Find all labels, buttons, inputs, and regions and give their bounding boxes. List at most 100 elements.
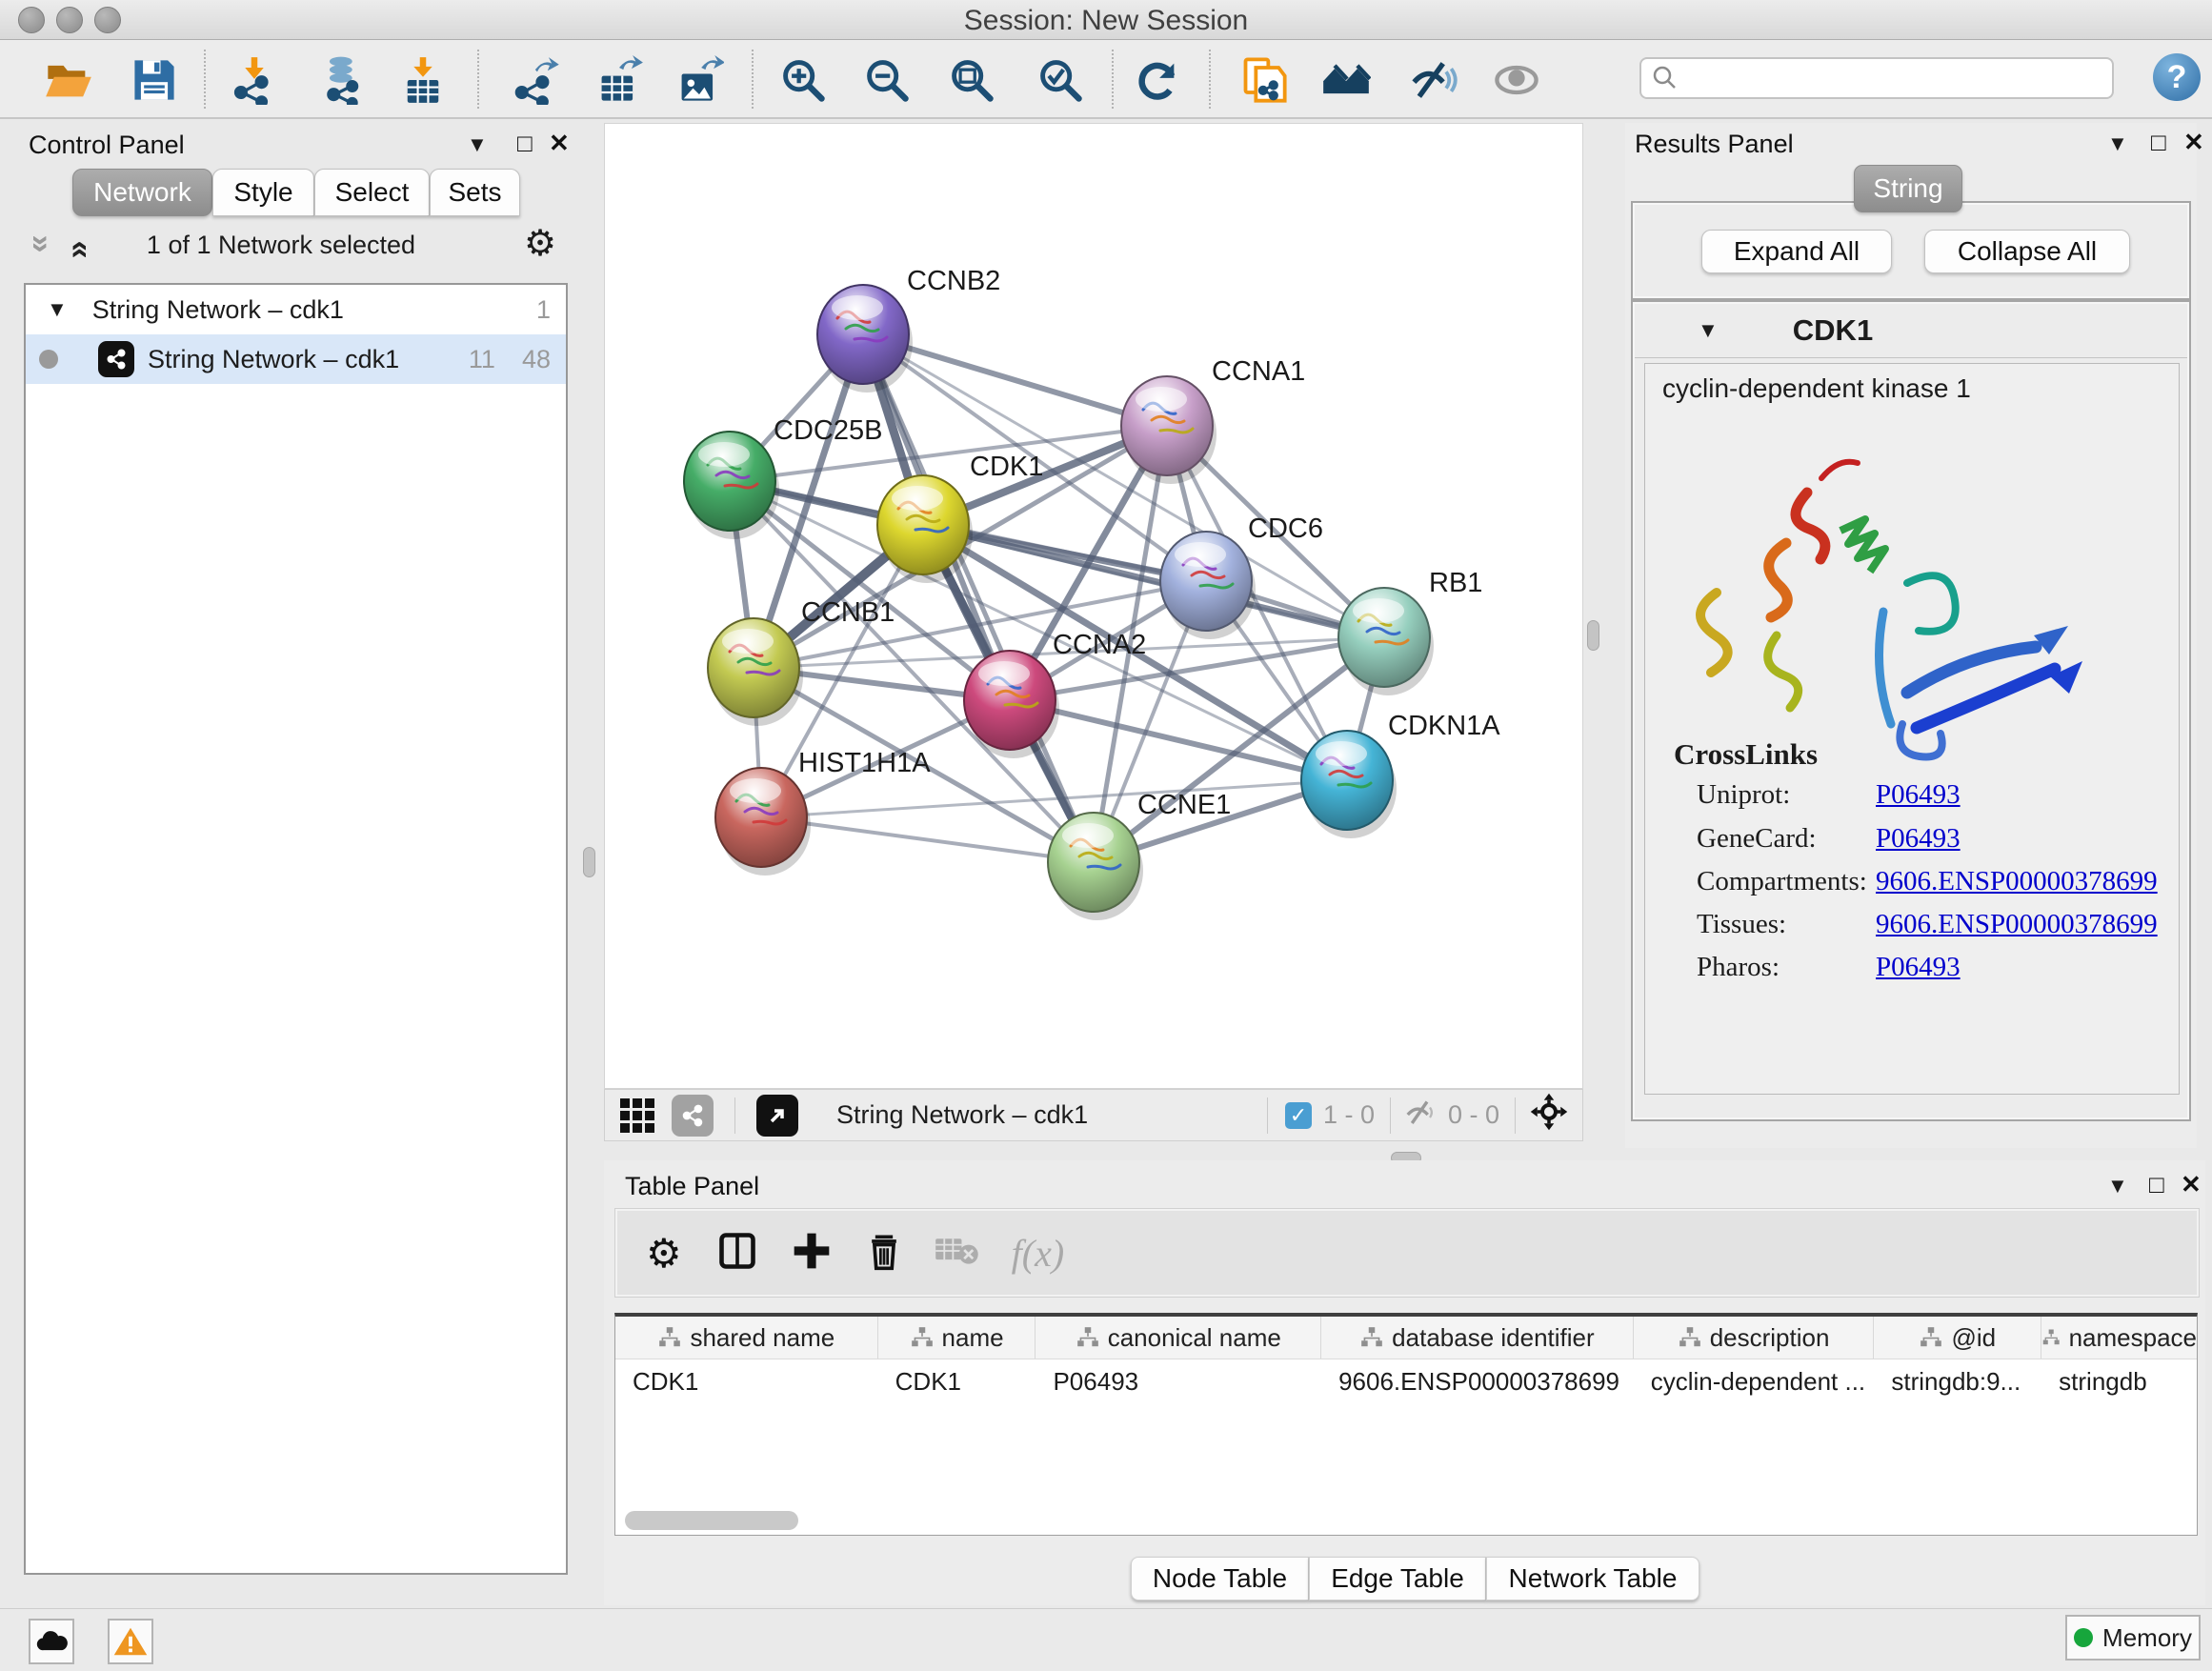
memory-button[interactable]: Memory xyxy=(2065,1615,2201,1661)
search-input[interactable] xyxy=(1679,63,2083,94)
zoom-out-icon[interactable] xyxy=(860,53,914,107)
column-header[interactable]: canonical name xyxy=(1036,1317,1321,1359)
gene-detail-card: cyclin-dependent kinase 1 Cro xyxy=(1644,363,2180,1095)
cloud-icon xyxy=(35,1630,68,1653)
network-node-CCNA1[interactable]: CCNA1 xyxy=(1121,356,1305,484)
tab-edge-table[interactable]: Edge Table xyxy=(1309,1557,1486,1601)
horizontal-scrollbar[interactable] xyxy=(625,1511,798,1530)
show-all-icon[interactable] xyxy=(1490,53,1543,107)
node-label-CDKN1A: CDKN1A xyxy=(1388,711,1500,741)
cloud-button[interactable] xyxy=(29,1619,74,1664)
table-settings-gear-icon[interactable]: ⚙ xyxy=(646,1230,682,1277)
network-row-selected[interactable]: String Network – cdk1 11 48 xyxy=(26,334,566,384)
tab-select[interactable]: Select xyxy=(314,169,430,216)
node-label-RB1: RB1 xyxy=(1429,568,1482,598)
network-node-CDC6[interactable]: CDC6 xyxy=(1160,513,1323,639)
delete-column-icon[interactable] xyxy=(863,1230,905,1277)
export-image-icon[interactable] xyxy=(673,53,726,107)
panel-float-icon[interactable]: □ xyxy=(2149,1172,2164,1197)
crosslink-genecard-link[interactable]: P06493 xyxy=(1876,823,1961,855)
network-label: String Network – cdk1 xyxy=(148,345,399,374)
results-list-box: ▼ CDK1 cyclin-dependent kinase 1 xyxy=(1631,300,2191,1121)
crosslink-compartments-link[interactable]: 9606.ENSP00000378699 xyxy=(1876,866,2158,897)
node-label-CCNE1: CCNE1 xyxy=(1137,790,1231,820)
warning-button[interactable] xyxy=(108,1619,153,1664)
collection-expand-icon[interactable]: ▼ xyxy=(47,297,68,322)
show-columns-icon[interactable] xyxy=(716,1230,758,1277)
grid-view-icon[interactable] xyxy=(620,1098,654,1133)
gene-header-row[interactable]: ▼ CDK1 xyxy=(1635,304,2187,358)
panel-menu-icon[interactable]: ▼ xyxy=(2107,1174,2128,1198)
hidden-eye-icon[interactable] xyxy=(1404,1097,1438,1133)
panel-menu-icon[interactable]: ▼ xyxy=(467,132,488,157)
fit-selected-icon[interactable] xyxy=(756,1095,798,1137)
right-splitter-handle[interactable] xyxy=(1587,620,1599,651)
collapse-all-button[interactable]: Collapse All xyxy=(1924,230,2130,273)
open-session-icon[interactable] xyxy=(42,53,95,107)
import-table-icon[interactable] xyxy=(396,53,450,107)
panel-close-icon[interactable]: ✕ xyxy=(2183,130,2204,154)
help-icon[interactable]: ? xyxy=(2153,53,2201,101)
table-row[interactable]: CDK1 CDK1 P06493 9606.ENSP00000378699 cy… xyxy=(615,1359,2197,1403)
control-panel: Control Panel ▼ □ ✕ Network Style Select… xyxy=(10,123,568,1593)
birdseye-navigator-icon[interactable] xyxy=(1529,1092,1569,1138)
zoom-selected-icon[interactable] xyxy=(1034,53,1087,107)
table-toolbar: ⚙ f(x) xyxy=(614,1208,2200,1298)
panel-close-icon[interactable]: ✕ xyxy=(549,131,570,155)
refresh-icon[interactable] xyxy=(1131,53,1184,107)
add-column-icon[interactable] xyxy=(791,1230,833,1277)
network-node-RB1[interactable]: RB1 xyxy=(1338,568,1482,695)
tab-network-table[interactable]: Network Table xyxy=(1486,1557,1699,1601)
network-edge-count: 48 xyxy=(522,345,551,374)
tab-sets[interactable]: Sets xyxy=(430,169,520,216)
column-header[interactable]: shared name xyxy=(615,1317,878,1359)
table-panel-title: Table Panel xyxy=(625,1172,759,1201)
crosslink-tissues-link[interactable]: 9606.ENSP00000378699 xyxy=(1876,909,2158,940)
network-node-CDKN1A[interactable]: CDKN1A xyxy=(1301,711,1500,838)
network-node-CCNE1[interactable]: CCNE1 xyxy=(1048,790,1231,920)
column-header[interactable]: name xyxy=(878,1317,1036,1359)
crosslink-label: Tissues: xyxy=(1697,909,1786,940)
copy-network-icon[interactable] xyxy=(1237,53,1291,107)
tab-string[interactable]: String xyxy=(1854,165,1962,212)
import-network-from-database-icon[interactable] xyxy=(316,53,370,107)
network-node-CCNB2[interactable]: CCNB2 xyxy=(817,266,1000,393)
crosslink-pharos-link[interactable]: P06493 xyxy=(1876,952,1961,983)
zoom-fit-icon[interactable] xyxy=(945,53,998,107)
expand-all-button[interactable]: Expand All xyxy=(1701,230,1892,273)
application-window: Session: New Session xyxy=(0,0,2212,1671)
tab-style[interactable]: Style xyxy=(212,169,314,216)
gene-expand-icon[interactable]: ▼ xyxy=(1698,318,1719,343)
network-options-gear-icon[interactable]: ⚙ xyxy=(524,222,556,265)
network-list: ▼ String Network – cdk1 1 String Network… xyxy=(24,283,568,1575)
search-box[interactable] xyxy=(1639,57,2114,99)
network-graph[interactable]: CCNB2CCNA1CDC25BCDK1CDC6RB1CCNB1CCNA2HIS… xyxy=(604,123,1583,1089)
column-header[interactable]: description xyxy=(1634,1317,1875,1359)
network-collection-row[interactable]: ▼ String Network – cdk1 1 xyxy=(26,285,566,334)
selected-nodes-checkbox-icon[interactable]: ✓ xyxy=(1285,1102,1312,1129)
column-header[interactable]: @id xyxy=(1874,1317,2041,1359)
panel-float-icon[interactable]: □ xyxy=(517,131,533,155)
column-header[interactable]: namespace xyxy=(2041,1317,2197,1359)
network-node-HIST1H1A[interactable]: HIST1H1A xyxy=(715,748,931,876)
panel-float-icon[interactable]: □ xyxy=(2151,130,2166,154)
column-header[interactable]: database identifier xyxy=(1321,1317,1634,1359)
left-splitter-handle[interactable] xyxy=(583,847,595,877)
share-network-icon[interactable] xyxy=(672,1095,714,1137)
import-network-icon[interactable] xyxy=(228,53,281,107)
tab-node-table[interactable]: Node Table xyxy=(1131,1557,1309,1601)
save-session-icon[interactable] xyxy=(128,53,181,107)
home-icon[interactable] xyxy=(1319,53,1373,107)
zoom-in-icon[interactable] xyxy=(776,53,830,107)
tab-network[interactable]: Network xyxy=(72,169,212,216)
panel-menu-icon[interactable]: ▼ xyxy=(2107,131,2128,156)
title-bar: Session: New Session xyxy=(0,0,2212,40)
node-label-CCNA2: CCNA2 xyxy=(1053,630,1146,660)
export-network-icon[interactable] xyxy=(511,53,564,107)
delete-table-icon xyxy=(934,1232,979,1275)
export-table-icon[interactable] xyxy=(593,53,646,107)
crosslink-label: Compartments: xyxy=(1697,866,1867,897)
crosslink-uniprot-link[interactable]: P06493 xyxy=(1876,779,1961,811)
panel-close-icon[interactable]: ✕ xyxy=(2181,1172,2202,1197)
hide-selected-icon[interactable] xyxy=(1407,53,1460,107)
